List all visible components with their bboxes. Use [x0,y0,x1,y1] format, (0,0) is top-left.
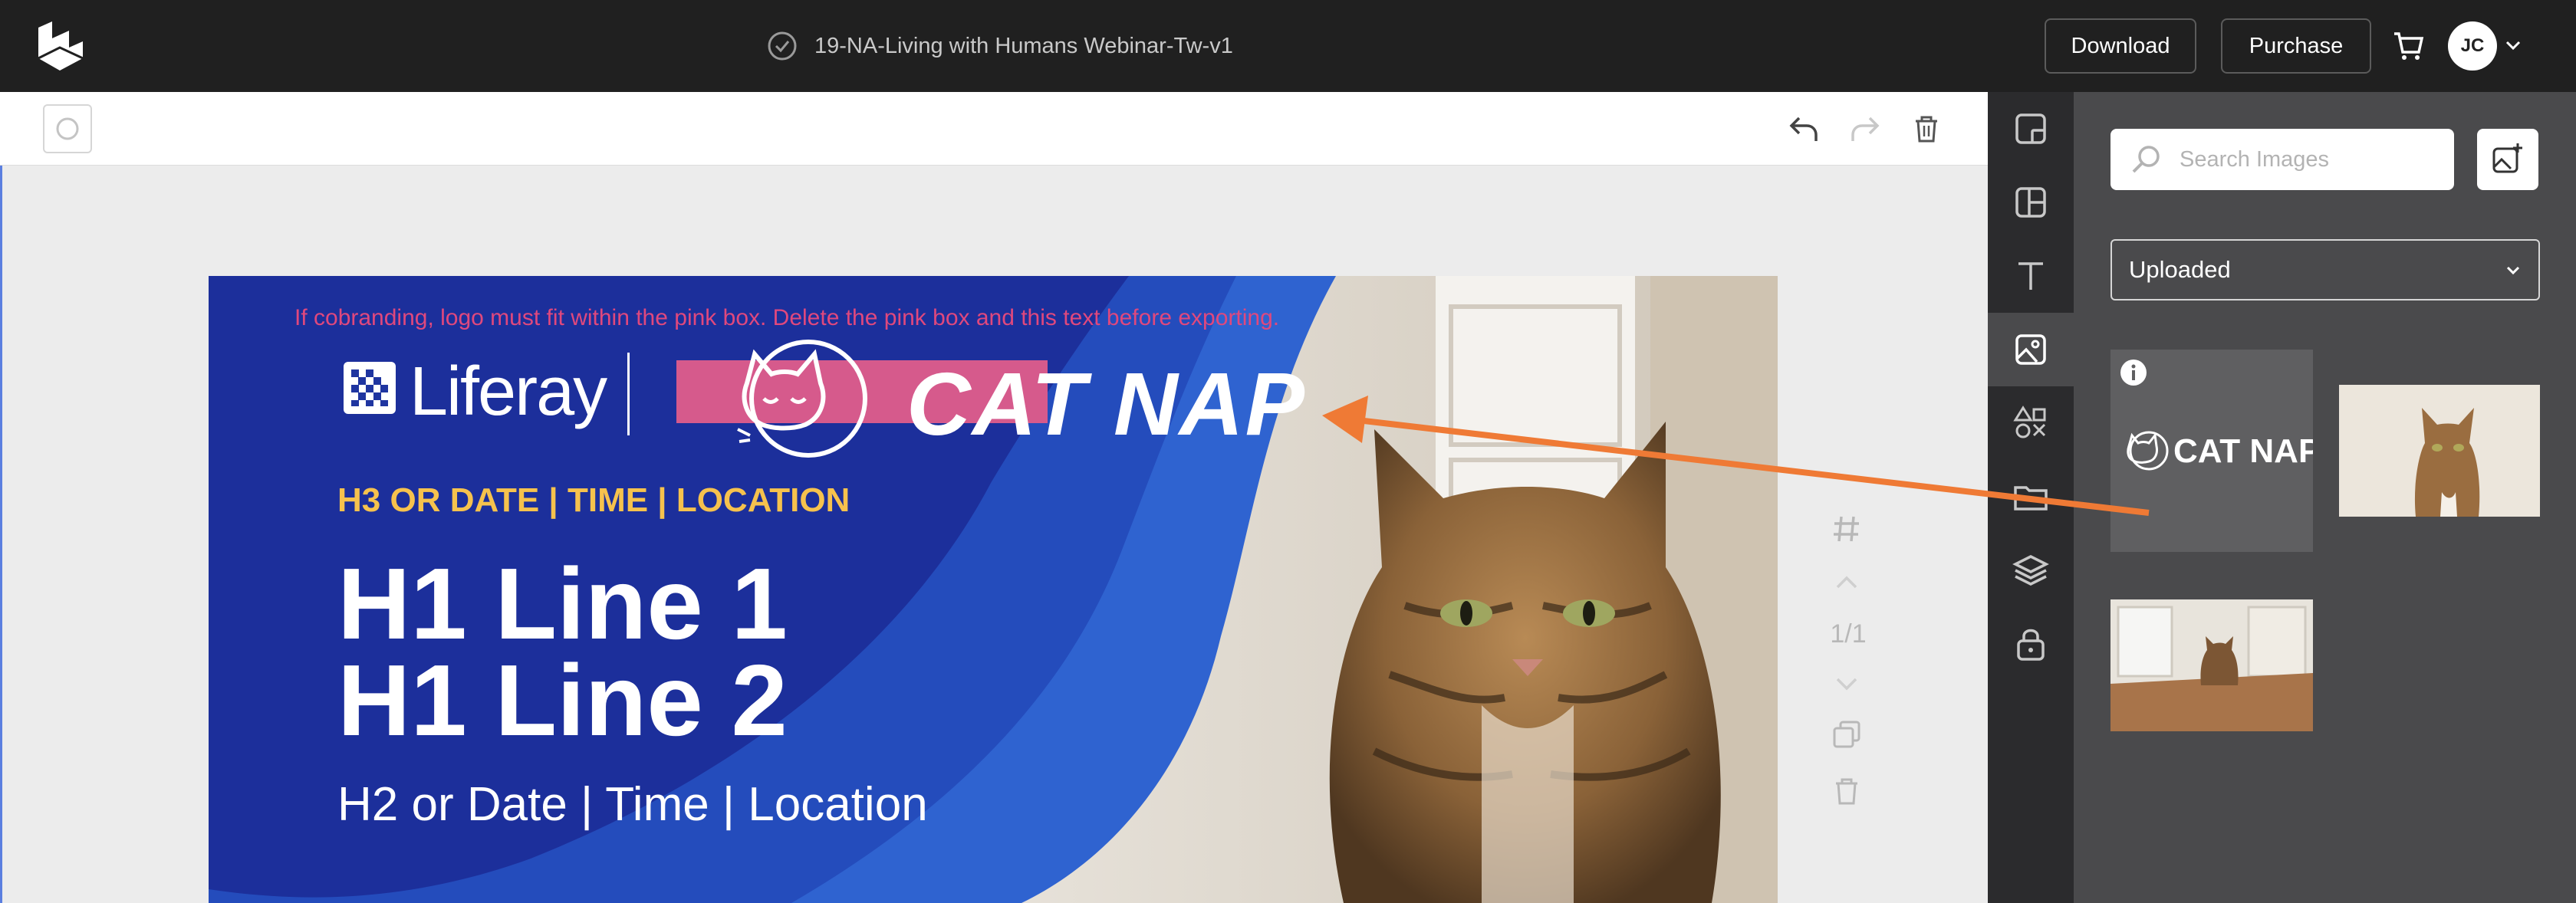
frame-icon [2015,113,2046,144]
catnap-wordmark[interactable]: CAT NAP [906,353,1306,455]
rail-text[interactable] [1988,239,2074,313]
redo-icon[interactable] [1848,112,1882,146]
image-search[interactable] [2110,129,2454,190]
avatar[interactable]: JC [2448,21,2497,71]
undo-icon[interactable] [1787,112,1821,146]
add-image-icon [2492,143,2522,173]
purchase-button[interactable]: Purchase [2221,18,2371,74]
elements-icon [2013,406,2046,438]
lock-icon [2017,629,2045,661]
logo-divider [627,353,630,435]
cat-thumbnail-image [2339,385,2540,517]
liferay-logo-icon[interactable] [34,21,87,71]
chevron-down-icon[interactable] [1830,667,1864,701]
thumbnail-cat-kitchen[interactable] [2110,599,2313,731]
rail-images[interactable] [1988,313,2074,386]
artboard[interactable]: If cobranding, logo must fit within the … [209,276,1778,903]
cobrand-note[interactable]: If cobranding, logo must fit within the … [294,305,1279,331]
thumbnail-logo-text: CAT NAP [2173,432,2313,470]
h2-text[interactable]: H2 or Date | Time | Location [337,777,928,832]
cart-icon[interactable] [2391,29,2425,63]
search-icon [2132,146,2160,173]
top-bar: 19-NA-Living with Humans Webinar-Tw-v1 D… [0,0,2576,92]
duplicate-page-icon[interactable] [1830,717,1864,751]
delete-page-icon[interactable] [1830,774,1864,808]
h1-line-2[interactable]: H1 Line 2 [337,642,788,758]
layers-icon [2012,555,2049,586]
saved-check-icon [768,31,797,61]
tool-rail [1988,92,2074,903]
shape-tool-button[interactable] [43,104,92,153]
liferay-wordmark[interactable]: Liferay [410,353,607,432]
catnap-thumb-logo-icon [2127,431,2169,471]
rail-folder[interactable] [1988,460,2074,534]
chevron-down-icon[interactable] [2505,38,2522,52]
h3-text[interactable]: H3 OR DATE | TIME | LOCATION [337,481,850,520]
page-indicator: 1/1 [1830,619,1867,649]
circle-icon [56,117,79,140]
image-source-value: Uploaded [2129,256,2231,283]
kitchen-cat-thumbnail-image [2110,599,2313,731]
chevron-down-icon [2506,266,2520,275]
image-icon [2015,334,2046,365]
editor-toolbar [0,92,1988,166]
canvas-edge-guide [0,166,2,903]
rail-frame[interactable] [1988,92,2074,166]
chevron-up-icon[interactable] [1830,566,1864,599]
catnap-logo-icon[interactable] [732,337,870,460]
layout-icon [2015,187,2046,218]
rail-layout[interactable] [1988,166,2074,239]
document-title[interactable]: 19-NA-Living with Humans Webinar-Tw-v1 [814,34,1233,59]
trash-icon[interactable] [1910,112,1943,146]
rail-lock[interactable] [1988,607,2074,681]
image-source-select[interactable]: Uploaded [2110,239,2540,300]
search-input[interactable] [2180,143,2440,176]
download-button[interactable]: Download [2045,18,2196,74]
rail-elements[interactable] [1988,386,2074,460]
info-icon[interactable] [2118,357,2149,388]
rail-layers[interactable] [1988,534,2074,607]
document-title-area: 19-NA-Living with Humans Webinar-Tw-v1 [767,29,1233,63]
upload-image-button[interactable] [2477,129,2538,190]
grid-hash-icon[interactable] [1830,512,1864,546]
thumbnail-catnap-logo[interactable]: CAT NAP [2110,350,2313,552]
thumbnail-cat-sitting[interactable] [2339,385,2540,517]
liferay-mark-icon [344,362,396,414]
folder-icon [2014,486,2048,511]
text-icon [2018,262,2043,290]
